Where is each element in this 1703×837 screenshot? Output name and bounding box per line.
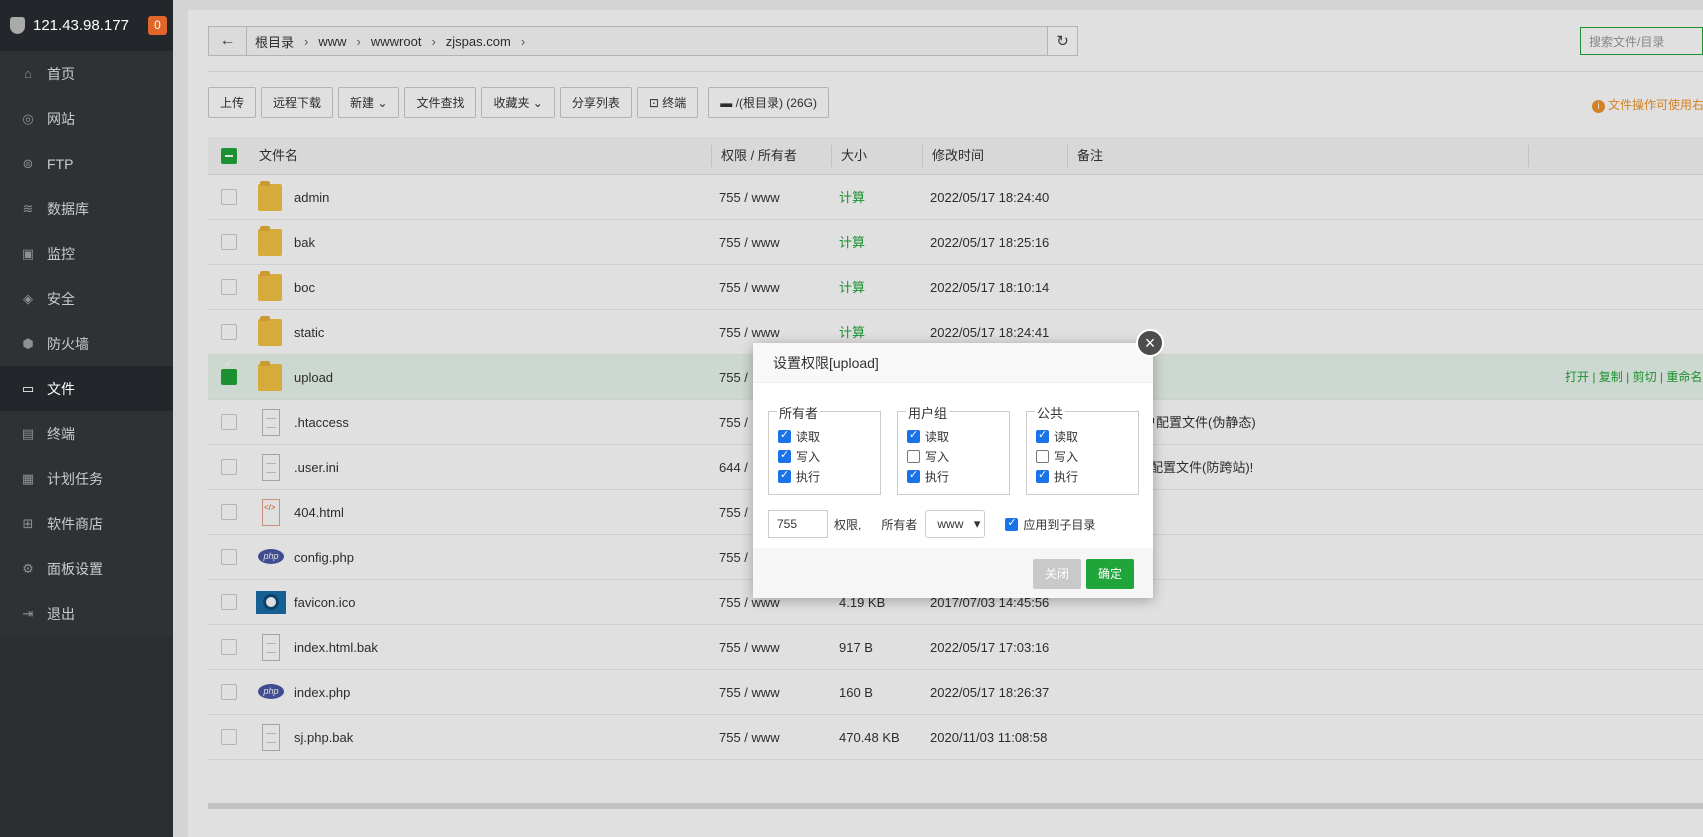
group-exec-option[interactable]: 执行 <box>907 468 949 485</box>
sidebar-item-label: 退出 <box>47 605 75 622</box>
option-label: 执行 <box>1054 470 1079 484</box>
public-write-option[interactable]: 写入 <box>1036 448 1078 465</box>
sidebar-item-settings[interactable]: ⚙ 面板设置 <box>0 546 173 591</box>
confirm-button[interactable]: 确定 <box>1086 559 1135 589</box>
globe-icon: ◎ <box>22 110 34 126</box>
checkbox[interactable] <box>778 429 791 443</box>
sidebar-item-label: 面板设置 <box>47 560 103 577</box>
grid-icon: ⊞ <box>22 515 34 531</box>
owner-group: 所有者 读取 写入 执行 <box>768 403 881 495</box>
sidebar-item-label: 监控 <box>47 245 75 262</box>
option-label: 写入 <box>796 450 821 464</box>
permission-groups: 所有者 读取 写入 执行 用户组 读取 写入 执行 公共 读取 写入 执行 <box>768 403 1155 495</box>
sidebar-item-label: 网站 <box>47 110 75 127</box>
option-label: 执行 <box>925 470 950 484</box>
sidebar-item-home[interactable]: ⌂ 首页 <box>0 51 173 96</box>
sidebar-item-label: FTP <box>47 155 74 172</box>
sidebar: 121.43.98.177 0 ⌂ 首页 ◎ 网站 ⊜ FTP ≋ 数据库 ▣ 监控 ◈ 安… <box>0 0 173 837</box>
sidebar-item-terminal[interactable]: ▤ 终端 <box>0 411 173 456</box>
option-label: 读取 <box>925 430 950 444</box>
checkbox[interactable] <box>907 469 920 483</box>
permission-label: 权限, <box>834 517 862 532</box>
server-ip: 121.43.98.177 <box>33 17 129 34</box>
group-legend: 用户组 <box>906 403 950 422</box>
monitor-icon: ▣ <box>21 245 35 261</box>
ftp-icon: ⊜ <box>22 155 34 171</box>
shield-icon: ◈ <box>23 290 33 306</box>
checkbox[interactable] <box>1036 450 1049 463</box>
owner-select[interactable]: www <box>925 510 986 538</box>
sidebar-item-ftp[interactable]: ⊜ FTP <box>0 141 173 186</box>
logout-icon: ⇥ <box>22 605 34 621</box>
group-read-option[interactable]: 读取 <box>907 428 949 445</box>
sidebar-menu: ⌂ 首页 ◎ 网站 ⊜ FTP ≋ 数据库 ▣ 监控 ◈ 安全 ⬢ 防火墙 ▭ 文件 ▤ 终端 ▦… <box>0 51 173 636</box>
sidebar-item-label: 计划任务 <box>47 470 103 487</box>
sidebar-item-files[interactable]: ▭ 文件 <box>0 366 173 411</box>
calendar-icon: ▦ <box>21 470 35 486</box>
option-label: 写入 <box>1054 450 1079 464</box>
owner-read-option[interactable]: 读取 <box>778 428 820 445</box>
sidebar-item-cron[interactable]: ▦ 计划任务 <box>0 456 173 501</box>
gear-icon: ⚙ <box>22 560 34 576</box>
group-legend: 公共 <box>1035 403 1066 422</box>
sidebar-item-label: 防火墙 <box>47 335 89 352</box>
usergroup-group: 用户组 读取 写入 执行 <box>897 403 1010 495</box>
notification-badge[interactable]: 0 <box>148 16 167 35</box>
sidebar-item-firewall[interactable]: ⬢ 防火墙 <box>0 321 173 366</box>
database-icon: ≋ <box>22 200 34 216</box>
permission-row: 755 权限, 所有者 www 应用到子目录 <box>768 510 1095 538</box>
sidebar-item-store[interactable]: ⊞ 软件商店 <box>0 501 173 546</box>
sidebar-item-label: 数据库 <box>47 200 89 217</box>
checkbox[interactable] <box>907 429 920 443</box>
sidebar-item-database[interactable]: ≋ 数据库 <box>0 186 173 231</box>
public-exec-option[interactable]: 执行 <box>1036 468 1078 485</box>
checkbox[interactable] <box>1036 429 1049 443</box>
owner-label: 所有者 <box>881 517 918 532</box>
option-label: 写入 <box>925 450 950 464</box>
sidebar-item-label: 安全 <box>47 290 75 307</box>
sidebar-item-logout[interactable]: ⇥ 退出 <box>0 591 173 636</box>
sidebar-item-label: 终端 <box>47 425 75 442</box>
apply-subdir-checkbox[interactable] <box>1005 517 1019 531</box>
group-write-option[interactable]: 写入 <box>907 448 949 465</box>
permission-input[interactable]: 755 <box>768 510 828 538</box>
sidebar-item-label: 文件 <box>47 380 75 397</box>
public-group: 公共 读取 写入 执行 <box>1026 403 1139 495</box>
sidebar-item-label: 软件商店 <box>47 515 103 532</box>
sidebar-item-website[interactable]: ◎ 网站 <box>0 96 173 141</box>
checkbox[interactable] <box>907 450 920 463</box>
firewall-icon: ⬢ <box>22 335 34 351</box>
sidebar-item-label: 首页 <box>47 65 75 82</box>
server-shield-icon <box>10 17 25 34</box>
sidebar-item-monitor[interactable]: ▣ 监控 <box>0 231 173 276</box>
option-label: 读取 <box>796 430 821 444</box>
public-read-option[interactable]: 读取 <box>1036 428 1078 445</box>
home-icon: ⌂ <box>24 66 32 81</box>
sidebar-footer <box>0 636 173 837</box>
terminal-icon: ▤ <box>21 425 35 441</box>
sidebar-item-security[interactable]: ◈ 安全 <box>0 276 173 321</box>
checkbox[interactable] <box>1036 469 1049 483</box>
dialog-title: 设置权限[upload] <box>753 343 1153 383</box>
option-label: 读取 <box>1054 430 1079 444</box>
server-header: 121.43.98.177 0 <box>0 0 173 51</box>
option-label: 执行 <box>796 470 821 484</box>
owner-exec-option[interactable]: 执行 <box>778 468 820 485</box>
group-legend: 所有者 <box>777 403 821 422</box>
checkbox[interactable] <box>778 449 791 463</box>
checkbox[interactable] <box>778 469 791 483</box>
owner-write-option[interactable]: 写入 <box>778 448 820 465</box>
permission-dialog: 设置权限[upload] × 所有者 读取 写入 执行 用户组 读取 写入 执行… <box>753 329 1164 598</box>
close-button[interactable]: 关闭 <box>1033 559 1082 589</box>
apply-subdir-label: 应用到子目录 <box>1023 517 1096 532</box>
close-icon[interactable]: × <box>1136 329 1164 357</box>
folder-icon: ▭ <box>21 380 35 396</box>
